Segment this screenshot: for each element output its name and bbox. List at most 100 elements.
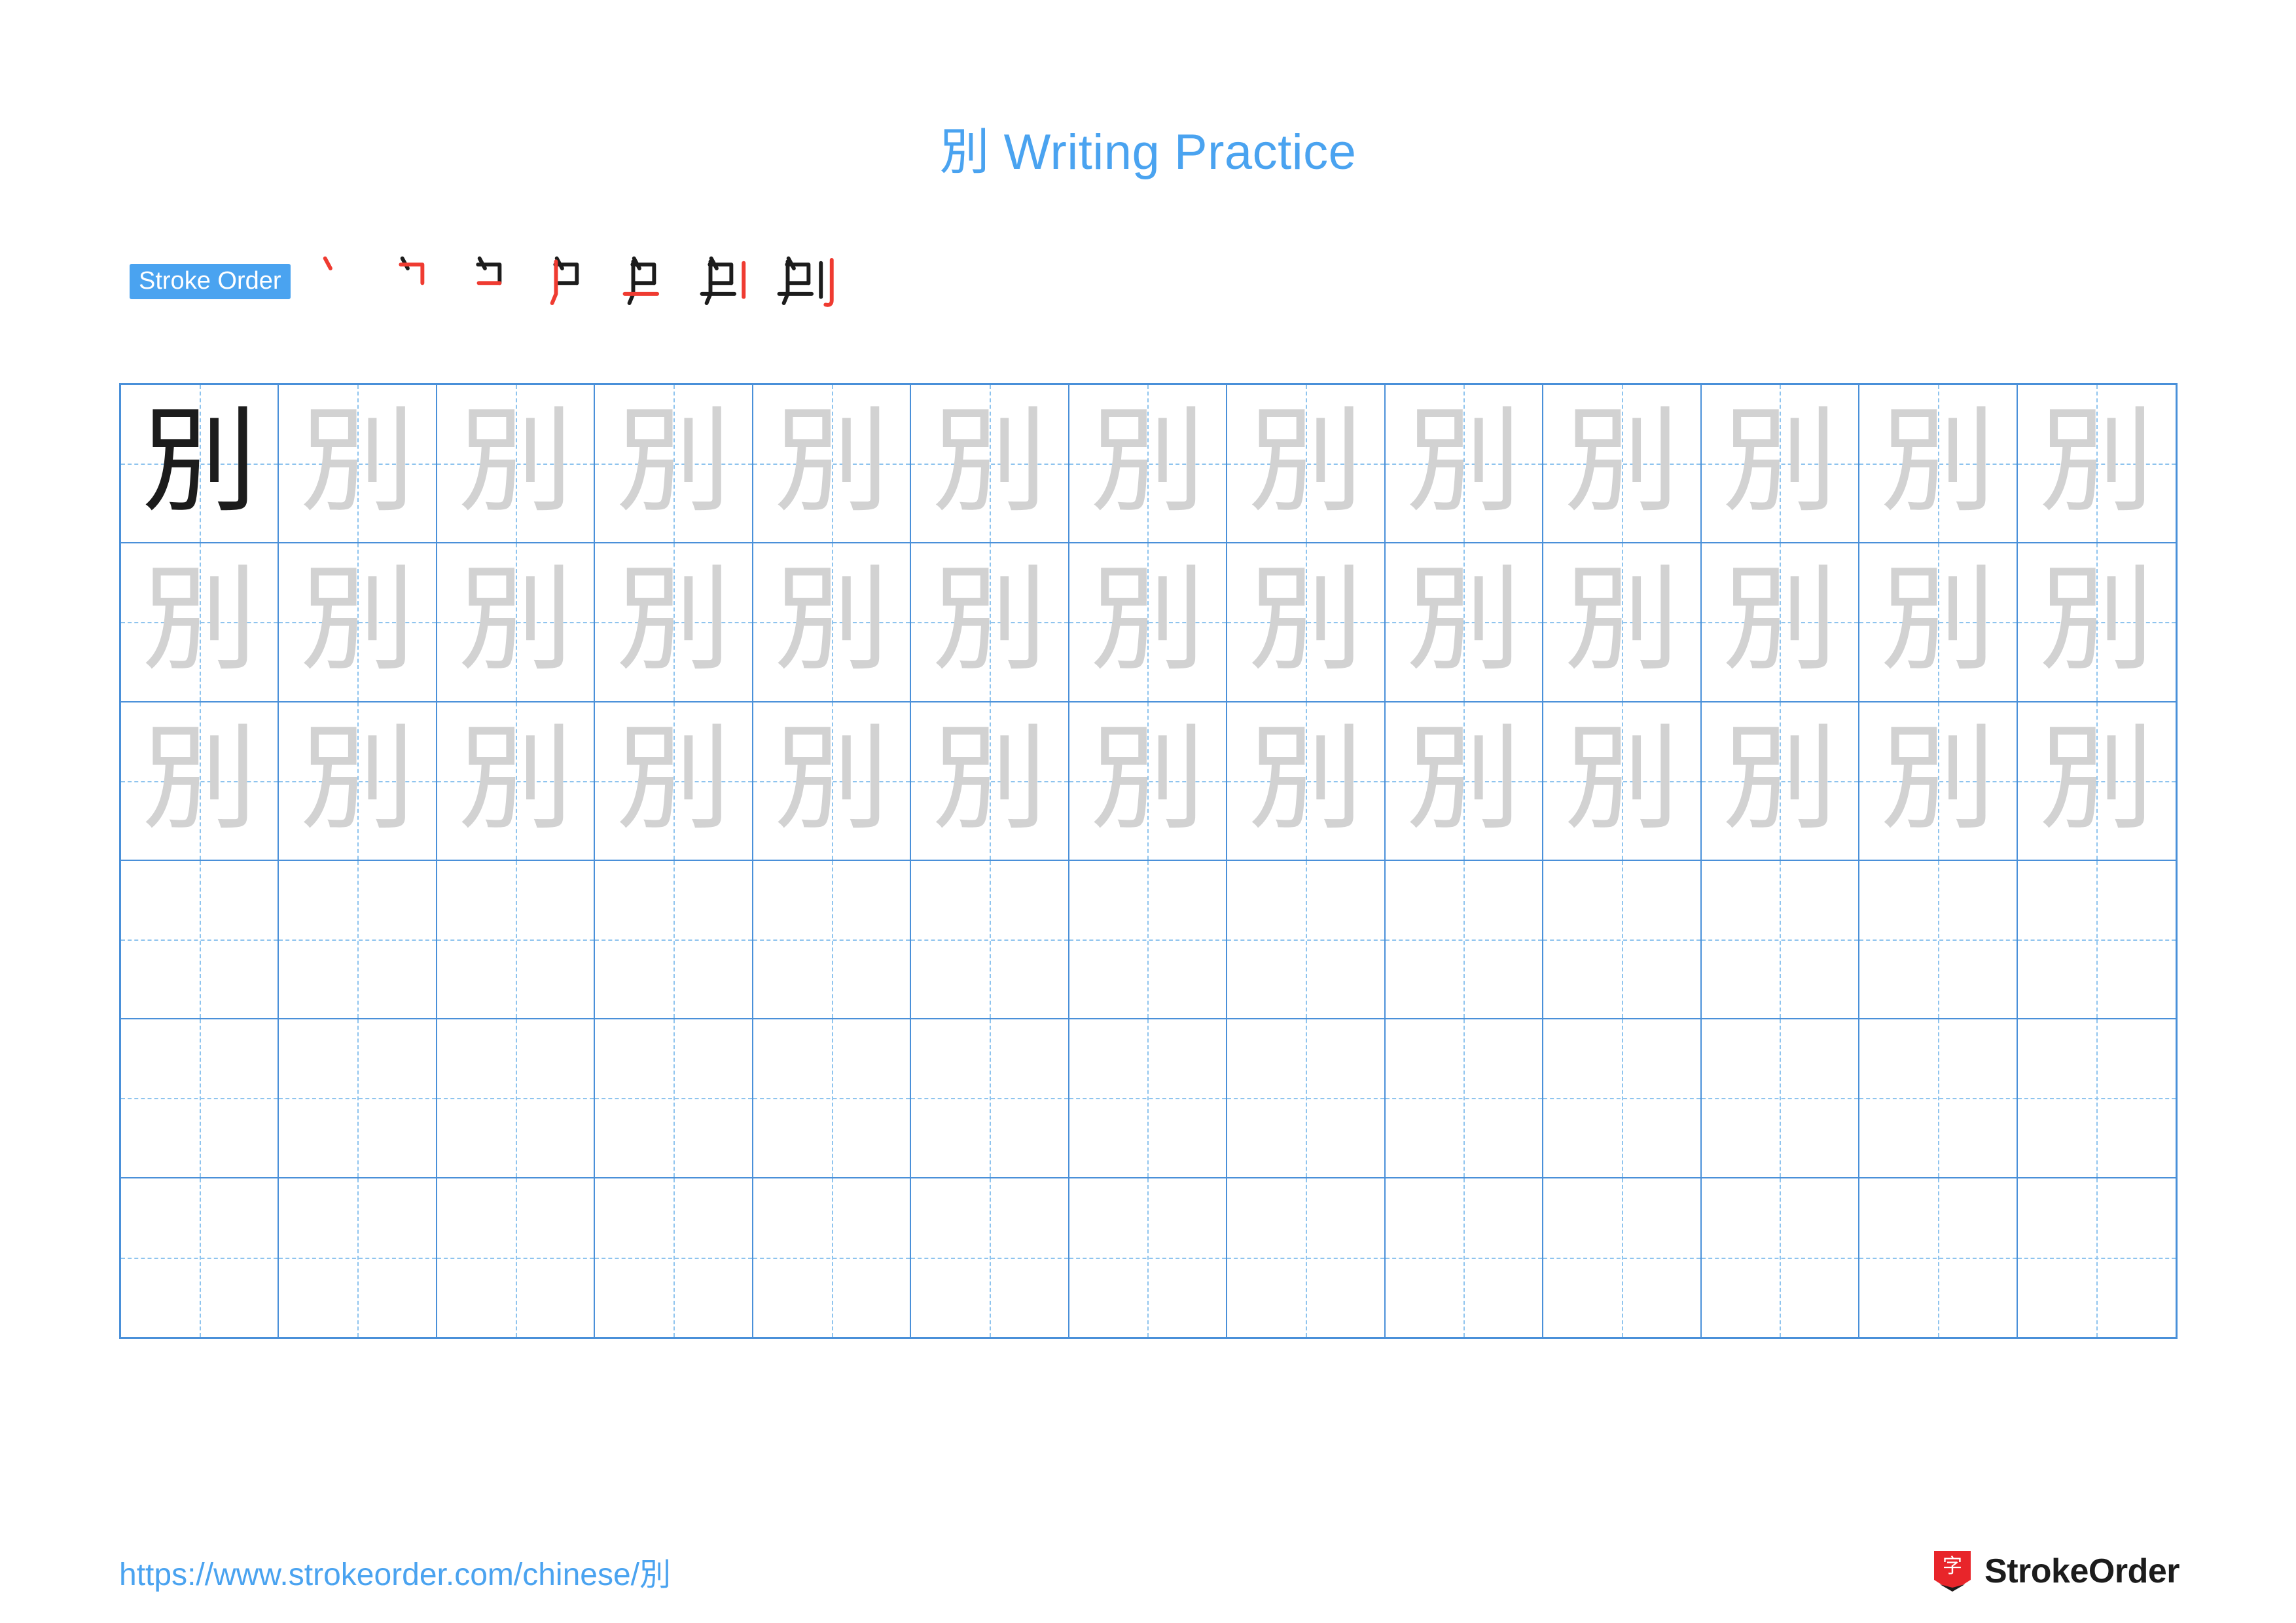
practice-cell-r2-c9[interactable]: 別 bbox=[1385, 543, 1544, 702]
practice-cell-r4-c8[interactable] bbox=[1227, 860, 1386, 1020]
practice-cell-r1-c7[interactable]: 別 bbox=[1069, 385, 1228, 544]
character-trace: 別 bbox=[616, 553, 732, 687]
cell-guide-vertical bbox=[1621, 1019, 1623, 1177]
cell-guide-horizontal bbox=[595, 1257, 752, 1259]
practice-cell-r2-c1[interactable]: 別 bbox=[121, 543, 279, 702]
cell-guide-vertical bbox=[1305, 860, 1307, 1019]
practice-cell-r6-c4[interactable] bbox=[595, 1178, 753, 1337]
practice-cell-r2-c4[interactable]: 別 bbox=[595, 543, 753, 702]
practice-cell-r5-c1[interactable] bbox=[121, 1019, 279, 1178]
practice-cell-r1-c13[interactable]: 別 bbox=[2017, 385, 2176, 544]
character-trace: 別 bbox=[774, 394, 889, 529]
cell-guide-vertical bbox=[990, 860, 992, 1019]
practice-cell-r3-c8[interactable]: 別 bbox=[1227, 702, 1386, 861]
practice-cell-r1-c3[interactable]: 別 bbox=[437, 385, 596, 544]
practice-cell-r4-c7[interactable] bbox=[1069, 860, 1228, 1020]
cell-guide-vertical bbox=[1147, 860, 1149, 1019]
practice-cell-r2-c2[interactable]: 別 bbox=[279, 543, 437, 702]
practice-cell-r5-c8[interactable] bbox=[1227, 1019, 1386, 1178]
practice-cell-r1-c1[interactable]: 別 bbox=[121, 385, 279, 544]
practice-cell-r4-c6[interactable] bbox=[911, 860, 1069, 1020]
character-trace: 別 bbox=[616, 711, 732, 846]
practice-cell-r3-c2[interactable]: 別 bbox=[279, 702, 437, 861]
practice-cell-r6-c1[interactable] bbox=[121, 1178, 279, 1337]
cell-guide-horizontal bbox=[1701, 1257, 1859, 1259]
cell-guide-vertical bbox=[1621, 1178, 1623, 1337]
practice-cell-r6-c5[interactable] bbox=[753, 1178, 912, 1337]
practice-cell-r2-c3[interactable]: 別 bbox=[437, 543, 596, 702]
practice-cell-r3-c12[interactable]: 別 bbox=[1859, 702, 2018, 861]
practice-cell-r3-c6[interactable]: 別 bbox=[911, 702, 1069, 861]
practice-cell-r6-c3[interactable] bbox=[437, 1178, 596, 1337]
practice-cell-r1-c6[interactable]: 別 bbox=[911, 385, 1069, 544]
practice-cell-r1-c9[interactable]: 別 bbox=[1385, 385, 1544, 544]
practice-cell-r3-c9[interactable]: 別 bbox=[1385, 702, 1544, 861]
cell-guide-vertical bbox=[831, 1178, 833, 1337]
practice-cell-r3-c4[interactable]: 別 bbox=[595, 702, 753, 861]
practice-cell-r5-c12[interactable] bbox=[1859, 1019, 2018, 1178]
practice-cell-r6-c7[interactable] bbox=[1069, 1178, 1228, 1337]
practice-cell-r1-c2[interactable]: 別 bbox=[279, 385, 437, 544]
practice-cell-r1-c10[interactable]: 別 bbox=[1543, 385, 1702, 544]
cell-guide-vertical bbox=[1621, 860, 1623, 1019]
practice-cell-r1-c5[interactable]: 別 bbox=[753, 385, 912, 544]
practice-cell-r3-c3[interactable]: 別 bbox=[437, 702, 596, 861]
practice-cell-r2-c10[interactable]: 別 bbox=[1543, 543, 1702, 702]
practice-cell-r3-c7[interactable]: 別 bbox=[1069, 702, 1228, 861]
practice-cell-r4-c10[interactable] bbox=[1543, 860, 1702, 1020]
practice-cell-r6-c8[interactable] bbox=[1227, 1178, 1386, 1337]
practice-cell-r1-c12[interactable]: 別 bbox=[1859, 385, 2018, 544]
practice-cell-r5-c10[interactable] bbox=[1543, 1019, 1702, 1178]
practice-cell-r6-c13[interactable] bbox=[2017, 1178, 2176, 1337]
character-trace: 別 bbox=[932, 553, 1048, 687]
practice-cell-r4-c11[interactable] bbox=[1701, 860, 1860, 1020]
cell-guide-horizontal bbox=[1069, 1257, 1227, 1259]
practice-cell-r4-c9[interactable] bbox=[1385, 860, 1544, 1020]
practice-cell-r5-c9[interactable] bbox=[1385, 1019, 1544, 1178]
practice-cell-r5-c2[interactable] bbox=[279, 1019, 437, 1178]
practice-cell-r6-c9[interactable] bbox=[1385, 1178, 1544, 1337]
practice-cell-r4-c4[interactable] bbox=[595, 860, 753, 1020]
cell-guide-horizontal bbox=[279, 939, 436, 941]
practice-cell-r3-c13[interactable]: 別 bbox=[2017, 702, 2176, 861]
practice-cell-r6-c10[interactable] bbox=[1543, 1178, 1702, 1337]
cell-guide-vertical bbox=[357, 860, 359, 1019]
character-trace: 別 bbox=[1406, 394, 1522, 529]
practice-cell-r2-c5[interactable]: 別 bbox=[753, 543, 912, 702]
practice-cell-r4-c3[interactable] bbox=[437, 860, 596, 1020]
practice-cell-r3-c5[interactable]: 別 bbox=[753, 702, 912, 861]
practice-cell-r5-c7[interactable] bbox=[1069, 1019, 1228, 1178]
practice-cell-r5-c6[interactable] bbox=[911, 1019, 1069, 1178]
character-trace: 別 bbox=[1722, 394, 1838, 529]
footer-url[interactable]: https://www.strokeorder.com/chinese/別 bbox=[119, 1548, 671, 1594]
practice-cell-r1-c4[interactable]: 別 bbox=[595, 385, 753, 544]
practice-cell-r5-c13[interactable] bbox=[2017, 1019, 2176, 1178]
practice-cell-r4-c5[interactable] bbox=[753, 860, 912, 1020]
practice-cell-r1-c11[interactable]: 別 bbox=[1701, 385, 1860, 544]
practice-cell-r2-c13[interactable]: 別 bbox=[2017, 543, 2176, 702]
practice-cell-r2-c8[interactable]: 別 bbox=[1227, 543, 1386, 702]
practice-cell-r2-c6[interactable]: 別 bbox=[911, 543, 1069, 702]
practice-cell-r4-c1[interactable] bbox=[121, 860, 279, 1020]
practice-cell-r2-c11[interactable]: 別 bbox=[1701, 543, 1860, 702]
practice-cell-r5-c5[interactable] bbox=[753, 1019, 912, 1178]
practice-cell-r5-c4[interactable] bbox=[595, 1019, 753, 1178]
practice-cell-r2-c12[interactable]: 別 bbox=[1859, 543, 2018, 702]
practice-cell-r4-c13[interactable] bbox=[2017, 860, 2176, 1020]
practice-cell-r5-c3[interactable] bbox=[437, 1019, 596, 1178]
practice-cell-r3-c10[interactable]: 別 bbox=[1543, 702, 1702, 861]
practice-cell-r2-c7[interactable]: 別 bbox=[1069, 543, 1228, 702]
practice-cell-r6-c2[interactable] bbox=[279, 1178, 437, 1337]
practice-cell-r4-c2[interactable] bbox=[279, 860, 437, 1020]
practice-cell-r6-c6[interactable] bbox=[911, 1178, 1069, 1337]
practice-cell-r6-c12[interactable] bbox=[1859, 1178, 2018, 1337]
practice-cell-r4-c12[interactable] bbox=[1859, 860, 2018, 1020]
practice-cell-r3-c11[interactable]: 別 bbox=[1701, 702, 1860, 861]
practice-cell-r1-c8[interactable]: 別 bbox=[1227, 385, 1386, 544]
stroke-step-2 bbox=[382, 243, 459, 320]
practice-cell-r5-c11[interactable] bbox=[1701, 1019, 1860, 1178]
practice-cell-r3-c1[interactable]: 別 bbox=[121, 702, 279, 861]
practice-cell-r6-c11[interactable] bbox=[1701, 1178, 1860, 1337]
cell-guide-horizontal bbox=[1227, 1098, 1384, 1100]
stroke-order-section: Stroke Order bbox=[130, 255, 846, 308]
